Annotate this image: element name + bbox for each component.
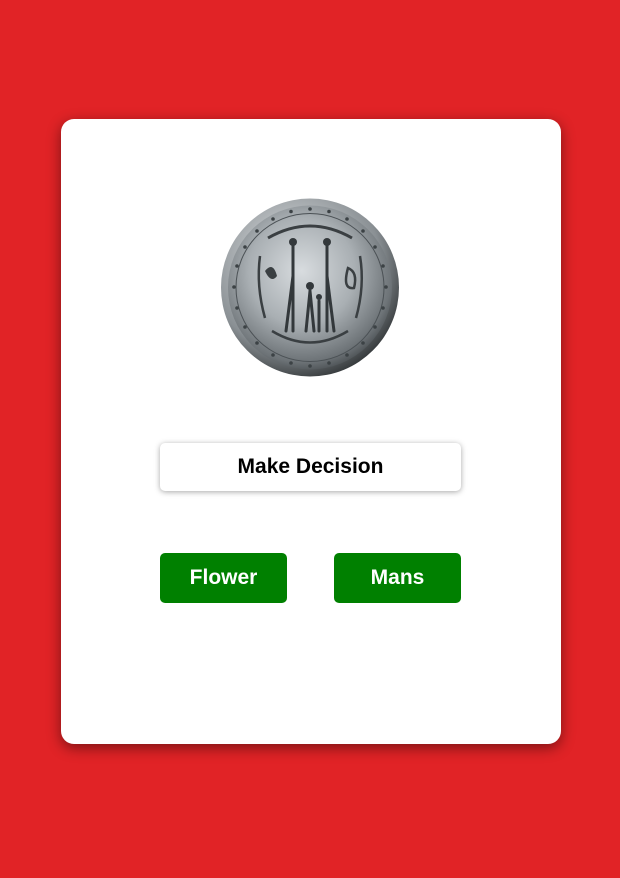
decision-card: Make Decision Flower Mans (61, 119, 561, 744)
mans-button[interactable]: Mans (334, 553, 461, 603)
flower-button[interactable]: Flower (160, 553, 287, 603)
coin-image (220, 196, 400, 379)
make-decision-button[interactable]: Make Decision (160, 443, 461, 491)
coin-icon (221, 198, 399, 377)
